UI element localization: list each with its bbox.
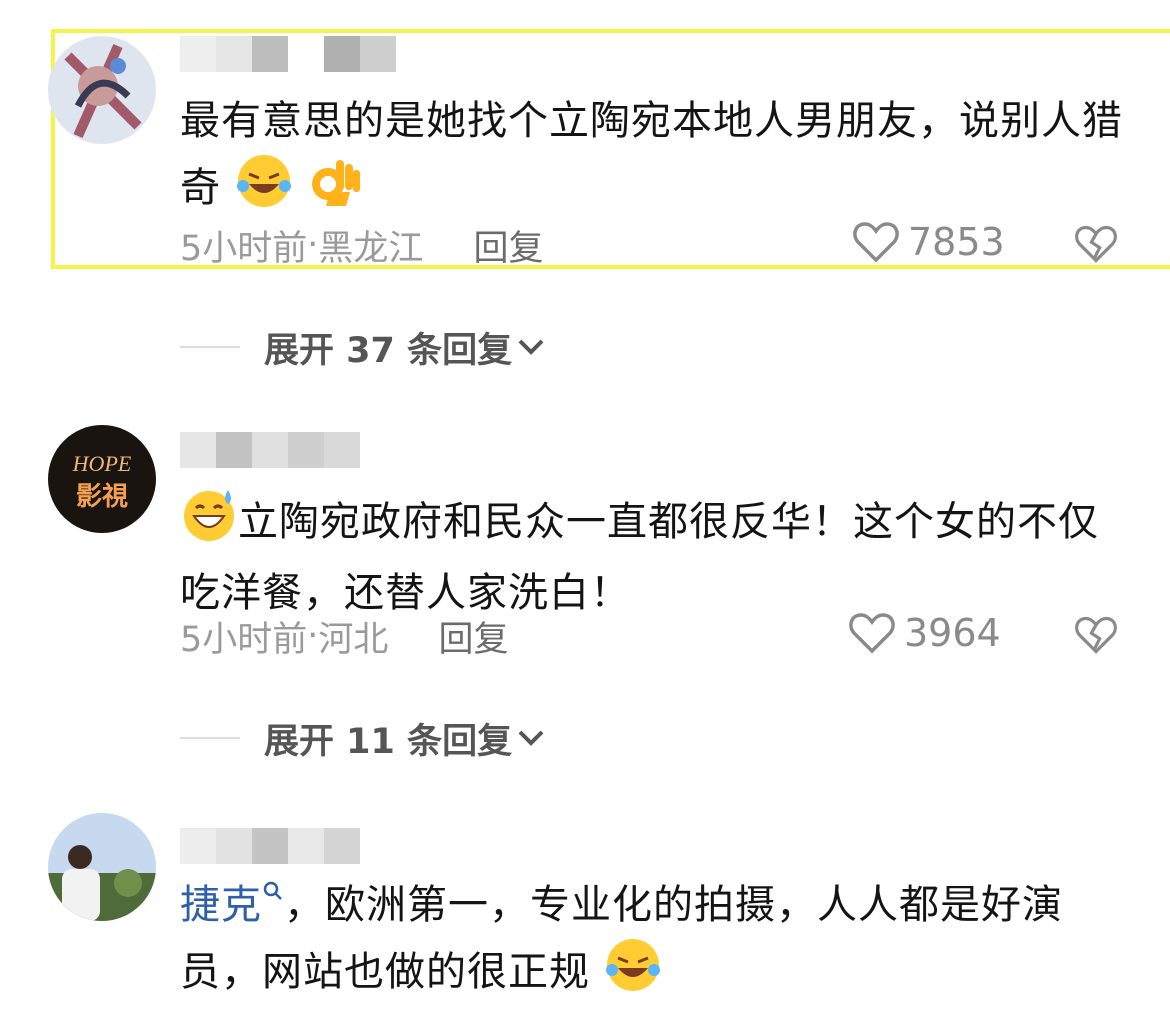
dislike-button[interactable] (1074, 222, 1118, 270)
avatar[interactable]: HOPE 影視 (48, 425, 156, 533)
avatar[interactable] (48, 813, 156, 921)
username-blurred (180, 828, 360, 864)
reply-button[interactable]: 回复 (473, 220, 543, 271)
dislike-button[interactable] (1074, 613, 1118, 661)
laughing-tears-emoji (235, 152, 293, 228)
like-count: 3964 (904, 611, 1001, 655)
svg-text:影視: 影視 (76, 482, 128, 512)
broken-heart-icon (1075, 616, 1117, 654)
heart-icon (849, 613, 895, 654)
chevron-down-icon (518, 339, 544, 355)
heart-icon (853, 222, 899, 263)
comment-text: 最有意思的是她找个立陶宛本地人男朋友，说别人猎奇 (180, 90, 1130, 228)
like-button[interactable]: 3964 (848, 611, 1001, 655)
broken-heart-icon (1075, 225, 1117, 263)
reply-button[interactable]: 回复 (438, 611, 508, 662)
location: 黑龙江 (318, 228, 424, 269)
divider (180, 737, 240, 739)
divider (180, 346, 240, 348)
timestamp: 5小时前 (180, 619, 308, 660)
hashtag-link[interactable]: 捷克 (180, 881, 284, 928)
chevron-down-icon (518, 730, 544, 746)
comment-text: 捷克 ，欧洲第一，专业化的拍摄，人人都是好演员，网站也做的很正规 (180, 874, 1130, 1012)
expand-replies-button[interactable]: 展开 37 条回复 (180, 322, 546, 372)
timestamp: 5小时前 (180, 228, 308, 269)
svg-text:HOPE: HOPE (72, 451, 132, 476)
search-icon (263, 881, 282, 900)
username-blurred (180, 36, 396, 72)
expand-replies-button[interactable]: 展开 11 条回复 (180, 713, 546, 763)
laughing-tears-emoji (604, 936, 662, 1012)
location: 河北 (318, 619, 389, 660)
like-button[interactable]: 7853 (852, 220, 1005, 264)
ok-hand-emoji (306, 152, 364, 228)
username-blurred (180, 432, 360, 468)
comment-text: 立陶宛政府和民众一直都很反华！这个女的不仅吃洋餐，还替人家洗白！ (180, 486, 1130, 624)
like-count: 7853 (908, 220, 1005, 264)
avatar[interactable] (48, 36, 156, 144)
sweat-smile-emoji (180, 486, 238, 562)
